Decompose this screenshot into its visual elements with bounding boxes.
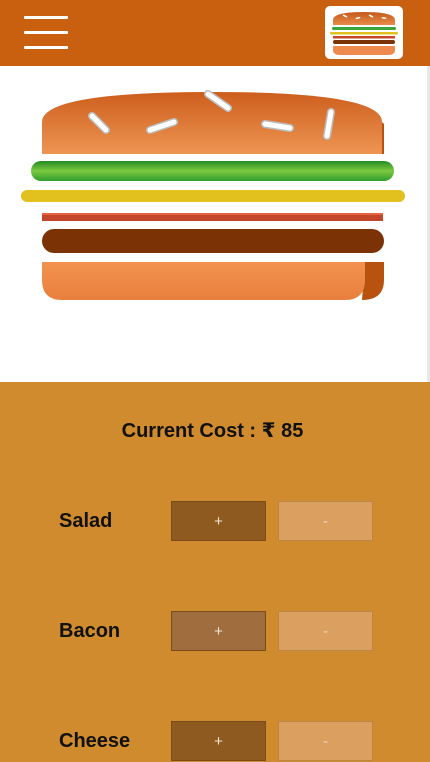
remove-bacon-button[interactable]: -	[278, 611, 373, 651]
remove-salad-button[interactable]: -	[278, 501, 373, 541]
ingredient-label: Salad	[59, 510, 113, 532]
salad-layer	[31, 161, 394, 181]
bread-bottom	[42, 262, 384, 300]
control-row-bacon: Bacon + -	[0, 611, 430, 653]
menu-bar	[24, 16, 68, 19]
current-cost: Current Cost : ₹ 85	[121, 420, 304, 442]
bread-top	[42, 90, 384, 154]
burger-illustration	[21, 90, 405, 300]
burger-logo[interactable]	[325, 6, 403, 59]
burger-logo-icon	[330, 12, 398, 55]
control-row-salad: Salad + -	[0, 501, 430, 543]
remove-cheese-button[interactable]: -	[278, 721, 373, 761]
add-salad-button[interactable]: +	[171, 501, 266, 541]
bacon-layer	[42, 213, 383, 221]
add-cheese-button[interactable]: +	[171, 721, 266, 761]
toolbar	[0, 0, 430, 66]
control-row-cheese: Cheese + -	[0, 721, 430, 762]
build-controls: Current Cost : ₹ 85 Salad + - Bacon + - …	[0, 382, 430, 762]
ingredient-label: Bacon	[59, 620, 121, 642]
meat-layer	[42, 229, 384, 253]
menu-bar	[24, 31, 68, 34]
add-bacon-button[interactable]: +	[171, 611, 266, 651]
hamburger-menu-icon[interactable]	[22, 14, 72, 52]
ingredient-label: Cheese	[59, 730, 131, 752]
cheese-layer	[21, 190, 405, 202]
burger-preview	[0, 66, 430, 382]
menu-bar	[24, 46, 68, 49]
